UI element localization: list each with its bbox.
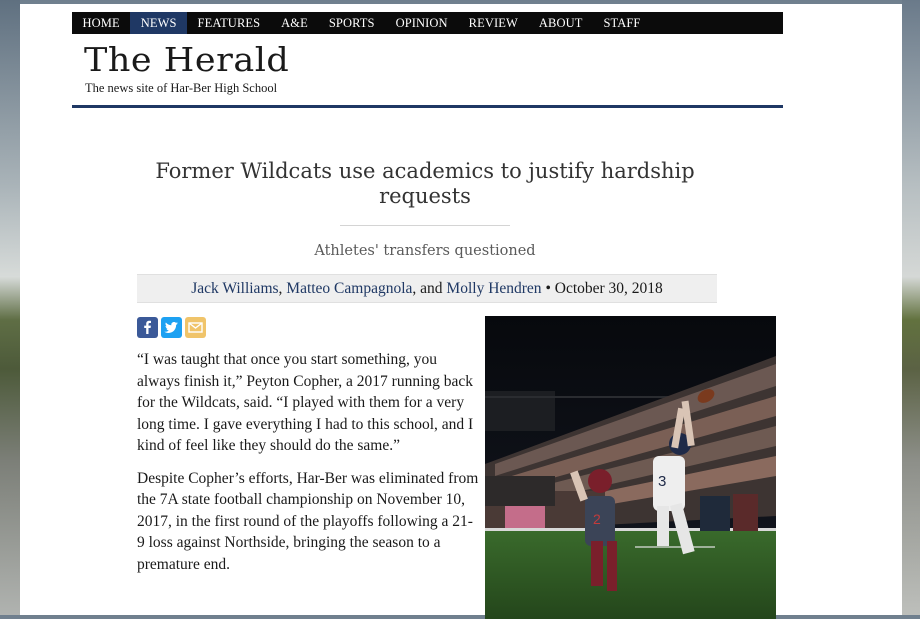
author-link-1[interactable]: Jack Williams bbox=[191, 280, 278, 298]
article-paragraph: Despite Copher’s efforts, Har-Ber was el… bbox=[137, 469, 479, 573]
nav-sports[interactable]: SPORTS bbox=[318, 12, 385, 34]
nav-staff[interactable]: STAFF bbox=[593, 12, 651, 34]
svg-text:3: 3 bbox=[658, 473, 666, 490]
email-icon[interactable] bbox=[185, 317, 206, 338]
twitter-icon[interactable] bbox=[161, 317, 182, 338]
nav-about[interactable]: ABOUT bbox=[528, 12, 593, 34]
nav-home[interactable]: HOME bbox=[72, 12, 130, 34]
svg-text:2: 2 bbox=[593, 511, 601, 527]
author-separator: , bbox=[278, 279, 287, 297]
background-right bbox=[902, 0, 920, 615]
nav-review[interactable]: REVIEW bbox=[458, 12, 528, 34]
author-link-3[interactable]: Molly Hendren bbox=[446, 280, 541, 298]
article-headline: Former Wildcats use academics to justify… bbox=[155, 159, 695, 208]
byline: Jack Williams, Matteo Campagnola, and Mo… bbox=[137, 274, 717, 303]
nav-features[interactable]: FEATURES bbox=[187, 12, 271, 34]
share-buttons bbox=[137, 317, 206, 338]
article-paragraph: “I was taught that once you start someth… bbox=[137, 351, 474, 454]
date-separator: • bbox=[541, 279, 555, 297]
article-subheadline: Athletes' transfers questioned bbox=[314, 243, 536, 259]
nav-ae[interactable]: A&E bbox=[271, 12, 319, 34]
site-title[interactable]: The Herald bbox=[84, 40, 289, 79]
background-left bbox=[0, 0, 20, 615]
football-photo-illustration: 2 3 bbox=[485, 316, 776, 619]
site-tagline: The news site of Har-Ber High School bbox=[85, 81, 278, 95]
headline-divider bbox=[340, 225, 510, 226]
nav-news[interactable]: NEWS bbox=[130, 12, 188, 34]
article-date: October 30, 2018 bbox=[554, 279, 663, 297]
article-body: “I was taught that once you start someth… bbox=[137, 349, 479, 586]
top-nav: HOME NEWS FEATURES A&E SPORTS OPINION RE… bbox=[72, 12, 783, 34]
article-photo[interactable]: 2 3 bbox=[485, 316, 776, 619]
nav-opinion[interactable]: OPINION bbox=[385, 12, 458, 34]
masthead-divider bbox=[72, 105, 783, 108]
facebook-icon[interactable] bbox=[137, 317, 158, 338]
author-link-2[interactable]: Matteo Campagnola bbox=[286, 280, 412, 298]
page: HOME NEWS FEATURES A&E SPORTS OPINION RE… bbox=[20, 4, 902, 619]
author-separator: , and bbox=[412, 279, 447, 297]
